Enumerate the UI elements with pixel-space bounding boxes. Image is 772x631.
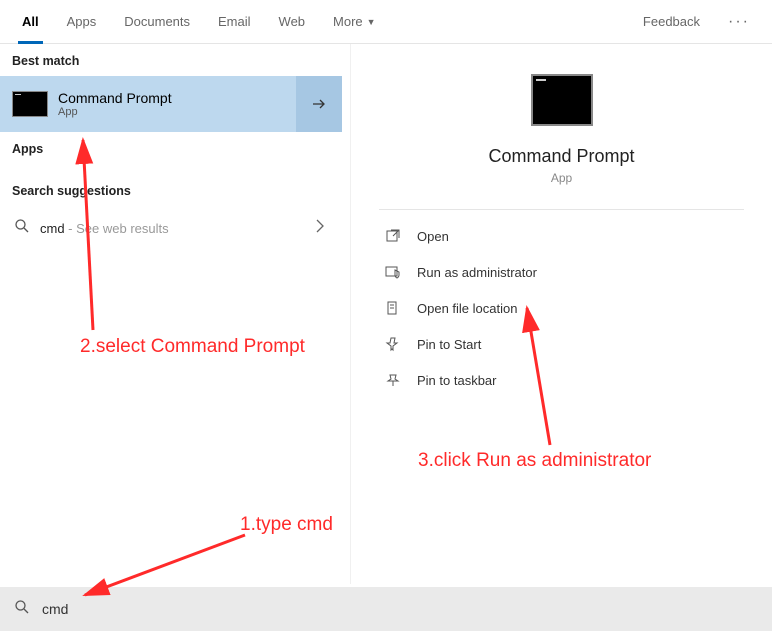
expand-arrow-button[interactable] — [296, 76, 342, 132]
feedback-link[interactable]: Feedback — [629, 14, 714, 29]
tab-web[interactable]: Web — [265, 0, 320, 44]
pin-taskbar-icon — [383, 372, 403, 388]
command-prompt-icon — [12, 91, 48, 117]
filter-tabs: All Apps Documents Email Web More ▼ Feed… — [0, 0, 772, 44]
chevron-down-icon: ▼ — [367, 17, 376, 27]
search-icon — [14, 599, 30, 620]
divider — [379, 209, 744, 210]
action-label: Pin to Start — [417, 337, 481, 352]
preview-title: Command Prompt — [488, 146, 634, 167]
action-label: Open — [417, 229, 449, 244]
results-panel: Best match Command Prompt App Apps Searc… — [0, 44, 342, 584]
suggestion-term: cmd — [40, 221, 65, 236]
best-match-item[interactable]: Command Prompt App — [0, 76, 296, 132]
search-bar — [0, 587, 772, 631]
annotation-1: 1.type cmd — [240, 514, 333, 536]
search-input[interactable] — [42, 601, 758, 617]
action-open[interactable]: Open — [351, 218, 772, 254]
command-prompt-icon — [531, 74, 593, 126]
best-match-subtitle: App — [58, 106, 172, 118]
action-label: Pin to taskbar — [417, 373, 497, 388]
tab-all[interactable]: All — [8, 0, 53, 44]
annotation-3: 3.click Run as administrator — [418, 450, 651, 472]
tab-more[interactable]: More ▼ — [319, 0, 390, 44]
best-match-title: Command Prompt — [58, 90, 172, 106]
tab-more-label: More — [333, 14, 363, 29]
search-suggestions-label: Search suggestions — [0, 164, 342, 206]
preview-subtitle: App — [551, 171, 572, 185]
action-label: Open file location — [417, 301, 517, 316]
action-pin-taskbar[interactable]: Pin to taskbar — [351, 362, 772, 398]
action-pin-start[interactable]: Pin to Start — [351, 326, 772, 362]
action-open-location[interactable]: Open file location — [351, 290, 772, 326]
arrow-right-icon — [311, 96, 327, 112]
annotation-2: 2.select Command Prompt — [80, 336, 305, 358]
shield-run-icon — [383, 264, 403, 280]
more-options-button[interactable]: ··· — [714, 13, 764, 31]
action-label: Run as administrator — [417, 265, 537, 280]
preview-panel: Command Prompt App Open Run as administr… — [350, 44, 772, 584]
open-icon — [383, 228, 403, 244]
tab-apps[interactable]: Apps — [53, 0, 111, 44]
best-match-label: Best match — [0, 44, 342, 76]
web-suggestion-item[interactable]: cmd - See web results — [0, 206, 342, 250]
folder-icon — [383, 300, 403, 316]
tab-documents[interactable]: Documents — [110, 0, 204, 44]
chevron-right-icon — [312, 218, 328, 239]
suggestion-hint: - See web results — [65, 221, 169, 236]
tab-email[interactable]: Email — [204, 0, 265, 44]
apps-section-label: Apps — [0, 132, 342, 164]
pin-icon — [383, 336, 403, 352]
search-icon — [14, 218, 30, 239]
action-run-admin[interactable]: Run as administrator — [351, 254, 772, 290]
